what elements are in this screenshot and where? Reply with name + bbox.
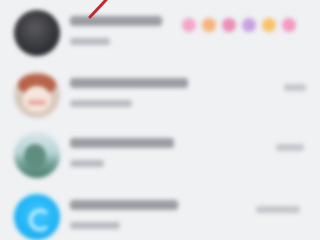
emoji-strip [176,16,306,34]
emoji-icon [222,18,236,32]
chat-list-item[interactable] [0,2,320,62]
dark-avatar-icon [14,10,60,56]
chat-list-item[interactable] [0,64,320,124]
chat-title-blurred [70,138,174,151]
chat-title-blurred [70,16,162,29]
chat-title-blurred [70,78,188,91]
message-preview-blurred [70,160,104,167]
chat-list-item[interactable] [0,186,320,240]
message-preview-blurred [70,38,110,45]
emoji-icon [262,18,276,32]
message-preview-blurred [70,100,132,107]
landscape-avatar-icon [14,132,60,178]
chat-list [0,0,320,240]
timestamp-blurred [276,144,304,151]
emoji-icon [242,18,256,32]
blue-app-avatar-icon [14,194,60,240]
timestamp-blurred [284,84,306,91]
chat-title-blurred [70,200,178,213]
timestamp-blurred [256,206,300,213]
chat-list-item[interactable] [0,124,320,184]
cartoon-girl-avatar-icon [14,72,60,118]
chat-list-screen [0,0,320,240]
emoji-icon [202,18,216,32]
emoji-icon [282,18,296,32]
message-preview-blurred [70,222,120,229]
emoji-icon [182,18,196,32]
